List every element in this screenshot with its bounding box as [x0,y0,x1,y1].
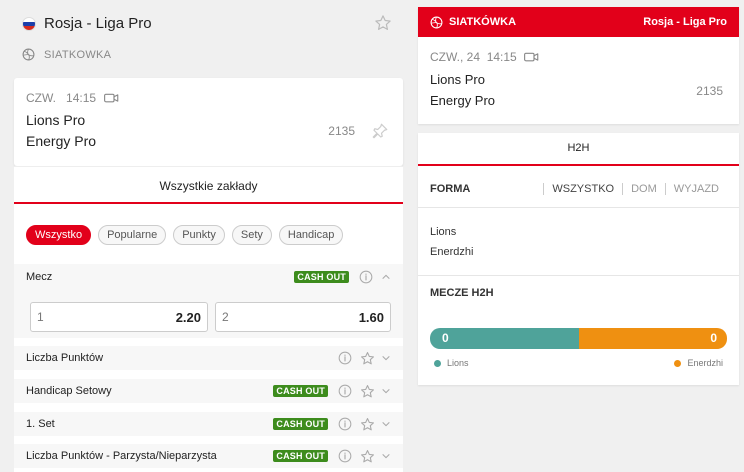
cashout-badge: CASH OUT [273,385,328,397]
league-title: Rosja - Liga Pro [44,15,152,32]
legend-team-b: Enerdzhi [674,358,723,368]
match-hour: 14:15 [66,91,97,105]
forma-row: FORMA WSZYSTKO DOM WYJAZD [418,177,739,201]
favorite-star-icon[interactable] [360,449,375,464]
market-name: 1. Set [26,418,55,430]
side-match-card[interactable]: SIATKÓWKA Rosja - Liga Pro CZW., 24 14:1… [418,7,739,124]
market-row-match[interactable]: Mecz CASH OUT [14,264,403,290]
favorite-star-icon[interactable] [374,14,392,32]
odds-value: 1.60 [358,309,384,325]
cashout-badge: CASH OUT [273,450,328,462]
forma-label: FORMA [430,183,471,195]
match-id: 2135 [328,124,355,138]
chevron-down-icon[interactable] [381,451,391,461]
odds-label: 2 [222,310,229,324]
sport-name: SIATKOWKA [44,48,112,61]
side-card-home: Lions Pro [430,72,485,87]
info-icon[interactable] [338,417,352,431]
video-camera-icon [104,93,119,103]
h2h-panel: H2H FORMA WSZYSTKO DOM WYJAZD Lions Ener… [418,133,739,385]
sport-label: SIATKOWKA [22,48,111,61]
market-row[interactable]: Liczba Punktów - Parzysta/Nieparzysta CA… [14,444,403,468]
match-day: CZW. [26,91,56,105]
russia-flag-icon [22,17,36,31]
forma-filter-home[interactable]: DOM [622,183,665,195]
market-name: Liczba Punktów - Parzysta/Nieparzysta [26,450,217,462]
legend-dot-a [434,359,441,367]
tab-h2h[interactable]: H2H [418,133,739,166]
info-icon[interactable] [338,351,352,365]
market-row[interactable]: Handicap Setowy CASH OUT [14,379,403,403]
odds-value: 2.20 [175,309,201,325]
filter-chip-popular[interactable]: Popularne [98,225,167,245]
market-row[interactable]: 1. Set CASH OUT [14,412,403,436]
side-card-away: Energy Pro [430,93,496,108]
forma-team-a: Lions [430,226,457,238]
h2h-score-bar: 0 0 [430,328,727,349]
odds-button-home[interactable]: 1 2.20 [30,302,208,332]
chevron-down-icon[interactable] [381,353,391,363]
info-icon[interactable] [338,384,352,398]
chevron-down-icon[interactable] [381,386,391,396]
legend-label-b: Enerdzhi [687,358,723,368]
side-card-league: Rosja - Liga Pro [643,16,727,28]
side-card-time: CZW., 24 14:15 [430,50,539,64]
filter-chip-handicap[interactable]: Handicap [278,225,344,245]
volleyball-icon [22,48,35,61]
chevron-up-icon[interactable] [381,272,391,282]
divider [418,275,739,276]
league-header: Rosja - Liga Pro SIATKOWKA [0,0,417,78]
market-name: Mecz [26,271,53,283]
favorite-star-icon[interactable] [360,351,375,366]
filter-chips: Wszystko Popularne Punkty Sety Handicap [26,225,350,245]
legend-label-a: Lions [447,358,469,368]
info-icon[interactable] [359,270,373,284]
side-card-sport: SIATKÓWKA [449,16,517,28]
market-name: Liczba Punktów [26,352,104,364]
tab-all-bets[interactable]: Wszystkie zakłady [14,166,403,204]
side-card-date: CZW., 24 [430,50,481,64]
filter-chip-all[interactable]: Wszystko [26,225,92,245]
side-card-header: SIATKÓWKA Rosja - Liga Pro [418,7,739,37]
chevron-down-icon[interactable] [381,419,391,429]
all-bets-panel: Wszystkie zakłady Wszystko Popularne Pun… [14,166,403,472]
h2h-matches-label: MECZE H2H [430,287,494,299]
divider [418,207,739,208]
away-team: Energy Pro [26,133,97,149]
side-card-hour: 14:15 [486,50,517,64]
odds-label: 1 [37,310,44,324]
cashout-badge: CASH OUT [294,271,349,283]
info-icon[interactable] [338,449,352,463]
h2h-score-a: 0 [430,328,579,349]
forma-filter-all[interactable]: WSZYSTKO [543,183,622,195]
volleyball-icon [430,16,443,28]
side-card-id: 2135 [696,84,723,98]
forma-team-b: Enerdzhi [430,246,474,258]
pin-icon[interactable] [371,122,389,140]
forma-filter-away[interactable]: WYJAZD [664,183,727,195]
legend-team-a: Lions [434,358,469,368]
match-time: CZW. 14:15 [26,91,119,105]
filter-chip-points[interactable]: Punkty [173,225,225,245]
match-card[interactable]: CZW. 14:15 Lions Pro Energy Pro 2135 [14,78,403,166]
video-camera-icon [523,52,539,62]
favorite-star-icon[interactable] [360,417,375,432]
home-team: Lions Pro [26,112,86,128]
market-row[interactable]: Liczba Punktów [14,346,403,370]
cashout-badge: CASH OUT [273,418,328,430]
favorite-star-icon[interactable] [360,384,375,399]
legend-dot-b [674,359,682,367]
odds-button-away[interactable]: 2 1.60 [215,302,391,332]
filter-chip-sets[interactable]: Sety [231,225,272,245]
market-name: Handicap Setowy [26,385,112,397]
left-column: Rosja - Liga Pro SIATKOWKA CZW. 14:15 Li… [0,0,417,472]
h2h-score-b: 0 [578,328,727,349]
